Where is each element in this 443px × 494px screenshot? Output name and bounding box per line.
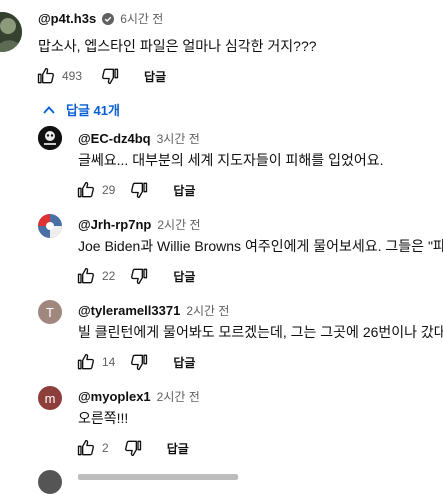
like-icon[interactable] (76, 180, 96, 200)
reply-reply-button[interactable]: 답글 (173, 268, 195, 285)
reply-author[interactable]: @Jrh-rp7np (78, 217, 151, 232)
reply-like-count: 2 (102, 441, 109, 455)
top-comment-author[interactable]: @p4t.h3s (38, 11, 96, 26)
reply-time[interactable]: 2시간 전 (186, 302, 229, 319)
reply-like-count: 22 (102, 269, 116, 283)
dislike-icon[interactable] (100, 66, 120, 86)
reply-text: Joe Biden과 Willie Browns 여주인에게 물어보세요. 그들… (78, 238, 443, 254)
top-comment-avatar[interactable] (0, 12, 22, 52)
top-comment-like-count: 493 (62, 69, 83, 83)
reply-avatar[interactable] (38, 470, 62, 494)
like-icon[interactable] (76, 352, 96, 372)
reply-reply-button[interactable]: 답글 (173, 182, 195, 199)
dislike-icon[interactable] (129, 352, 149, 372)
reply-time[interactable]: 2시간 전 (157, 216, 200, 233)
reply-time[interactable]: 2시간 전 (157, 388, 200, 405)
replies-toggle-label: 답글 41개 (66, 103, 120, 118)
chevron-up-icon (42, 103, 56, 117)
avatar-letter: T (46, 304, 54, 320)
reply-avatar[interactable] (38, 214, 62, 238)
replies-toggle-button[interactable]: 답글 41개 (42, 100, 120, 119)
reply-time[interactable]: 3시간 전 (157, 130, 200, 147)
dislike-icon[interactable] (129, 180, 149, 200)
avatar-letter: m (44, 390, 56, 406)
reply-like-count: 29 (102, 183, 116, 197)
reply-author[interactable]: @tyleramell3371 (78, 303, 180, 318)
like-icon[interactable] (76, 266, 96, 286)
top-comment-text: 맙소사, 엡스타인 파일은 얼마나 심각한 거지??? (38, 38, 317, 54)
reply-author[interactable]: @myoplex1 (78, 389, 151, 404)
reply-avatar[interactable]: m (38, 386, 62, 410)
reply-text: 글쎄요... 대부분의 세계 지도자들이 피해를 입었어요. (78, 152, 384, 168)
verified-check-icon (102, 12, 115, 25)
dislike-icon[interactable] (129, 266, 149, 286)
like-icon[interactable] (36, 66, 56, 86)
reply-text: 오른쪽!!! (78, 410, 129, 426)
top-comment-time[interactable]: 6시간 전 (120, 10, 163, 27)
truncated-reply-header (78, 474, 238, 480)
reply-text: 빌 클린턴에게 물어봐도 모르겠는데, 그는 그곳에 26번이나 갔대 (78, 324, 443, 340)
top-comment-reply-button[interactable]: 답글 (144, 68, 166, 85)
reply-author[interactable]: @EC-dz4bq (78, 131, 151, 146)
reply-reply-button[interactable]: 답글 (173, 354, 195, 371)
reply-like-count: 14 (102, 355, 116, 369)
reply-avatar[interactable]: T (38, 300, 62, 324)
dislike-icon[interactable] (123, 438, 143, 458)
like-icon[interactable] (76, 438, 96, 458)
reply-reply-button[interactable]: 답글 (167, 440, 189, 457)
reply-avatar[interactable] (38, 126, 62, 150)
